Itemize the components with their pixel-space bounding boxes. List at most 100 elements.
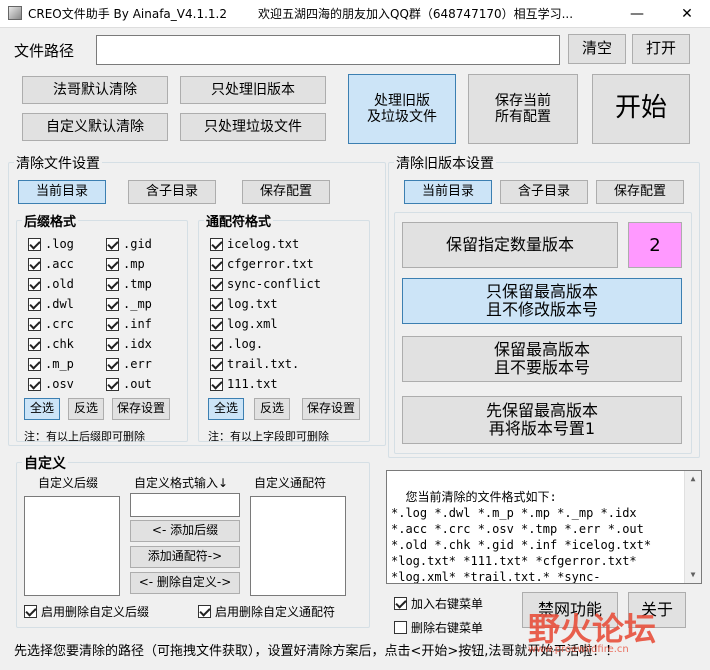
close-button[interactable]: ✕ — [664, 0, 710, 28]
scroll-up-icon[interactable]: ▲ — [685, 471, 701, 487]
checkbox-label: .out — [123, 377, 152, 391]
checkbox-clear_settings.suffix_col1[interactable]: .osv — [28, 377, 74, 391]
open-path-button[interactable]: 打开 — [632, 34, 690, 64]
checkbox-clear_settings.suffix_col2[interactable]: ._mp — [106, 297, 152, 311]
checkbox-label: .acc — [45, 257, 74, 271]
checkbox-clear_settings.suffix_col2[interactable]: .tmp — [106, 277, 152, 291]
checkbox-label: .err — [123, 357, 152, 371]
checkbox-clear_settings.wild_items[interactable]: log.txt — [210, 297, 278, 311]
delete-custom-button[interactable]: <- 删除自定义-> — [130, 572, 240, 594]
wildcard-select-all-button[interactable]: 全选 — [208, 398, 244, 420]
checkbox-clear_settings.suffix_col1[interactable]: .chk — [28, 337, 74, 351]
checkbox-icon — [210, 257, 223, 271]
suffix-select-all-button[interactable]: 全选 — [24, 398, 60, 420]
custom-default-clear-button[interactable]: 自定义默认清除 — [22, 113, 168, 141]
checkbox-clear_settings.suffix_col2[interactable]: .out — [106, 377, 152, 391]
checkbox-icon — [210, 297, 223, 311]
old-version-only-button[interactable]: 只处理旧版本 — [180, 76, 326, 104]
scroll-down-icon[interactable]: ▼ — [685, 567, 701, 583]
checkbox-clear_settings.suffix_col2[interactable]: .idx — [106, 337, 152, 351]
checkbox-clear_settings.suffix_col1[interactable]: .m_p — [28, 357, 74, 371]
suffix-note: 注：有以上后缀即可删除 — [24, 430, 145, 443]
checkbox-icon — [106, 377, 119, 391]
suffix-title: 后缀格式 — [22, 211, 79, 230]
checkbox-clear_settings.wild_items[interactable]: icelog.txt — [210, 237, 299, 251]
checkbox-icon — [210, 377, 223, 391]
path-input[interactable] — [96, 35, 560, 65]
suffix-invert-button[interactable]: 反选 — [68, 398, 104, 420]
version-count-value[interactable]: 2 — [628, 222, 682, 268]
start-button[interactable]: 开始 — [592, 74, 690, 144]
custom-format-input[interactable] — [130, 493, 240, 517]
old-save-config-button[interactable]: 保存配置 — [596, 180, 684, 204]
keep-count-button[interactable]: 保留指定数量版本 — [402, 222, 618, 268]
checkbox-label: .osv — [45, 377, 74, 391]
checkbox-clear_settings.suffix_col2[interactable]: .err — [106, 357, 152, 371]
checkbox-label: .tmp — [123, 277, 152, 291]
remove-context-menu-checkbox[interactable]: 删除右键菜单 — [394, 619, 483, 636]
custom-wildcard-label: 自定义通配符 — [254, 476, 327, 490]
clear-save-config-button[interactable]: 保存配置 — [242, 180, 330, 204]
enable-custom-suffix-checkbox[interactable]: 启用删除自定义后缀 — [24, 603, 149, 620]
checkbox-clear_settings.suffix_col1[interactable]: .dwl — [28, 297, 74, 311]
wildcard-invert-button[interactable]: 反选 — [254, 398, 290, 420]
clear-current-dir-button[interactable]: 当前目录 — [18, 180, 106, 204]
checkbox-label: cfgerror.txt — [227, 257, 314, 271]
checkbox-label: .log. — [227, 337, 264, 351]
checkbox-label: .mp — [123, 257, 145, 271]
checkbox-icon — [394, 597, 407, 610]
wildcard-note: 注：有以上字段即可删除 — [208, 430, 329, 443]
checkbox-clear_settings.suffix_col2[interactable]: .gid — [106, 237, 152, 251]
suffix-save-button[interactable]: 保存设置 — [112, 398, 170, 420]
custom-suffix-list[interactable] — [24, 496, 120, 596]
window-title: CREO文件助手 By Ainafa_V4.1.1.2 — [28, 7, 227, 21]
wildcard-save-button[interactable]: 保存设置 — [302, 398, 360, 420]
junk-only-button[interactable]: 只处理垃圾文件 — [180, 113, 326, 141]
checkbox-icon — [28, 277, 41, 291]
checkbox-clear_settings.suffix_col1[interactable]: .acc — [28, 257, 74, 271]
enable-custom-wildcard-checkbox[interactable]: 启用删除自定义通配符 — [198, 603, 335, 620]
summary-scrollbar[interactable]: ▲ ▼ — [684, 471, 701, 583]
checkbox-clear_settings.wild_items[interactable]: 111.txt — [210, 377, 278, 391]
checkbox-clear_settings.suffix_col2[interactable]: .inf — [106, 317, 152, 331]
old-version-title: 清除旧版本设置 — [394, 153, 496, 173]
add-suffix-button[interactable]: <- 添加后缀 — [130, 520, 240, 542]
checkbox-label: .log — [45, 237, 74, 251]
faye-default-clear-button[interactable]: 法哥默认清除 — [22, 76, 168, 104]
checkbox-clear_settings.wild_items[interactable]: .log. — [210, 337, 263, 351]
checkbox-clear_settings.suffix_col2[interactable]: .mp — [106, 257, 145, 271]
checkbox-label: ._mp — [123, 297, 152, 311]
minimize-button[interactable]: — — [614, 0, 660, 28]
wildcard-title: 通配符格式 — [204, 211, 274, 230]
checkbox-label: log.xml — [227, 317, 278, 331]
checkbox-clear_settings.wild_items[interactable]: log.xml — [210, 317, 278, 331]
old-current-dir-button[interactable]: 当前目录 — [404, 180, 492, 204]
window-title-extra: 欢迎五湖四海的朋友加入QQ群（648747170）相互学习... — [258, 7, 574, 21]
checkbox-icon — [28, 357, 41, 371]
add-wildcard-button[interactable]: 添加通配符-> — [130, 546, 240, 568]
checkbox-clear_settings.suffix_col1[interactable]: .log — [28, 237, 74, 251]
save-all-config-button[interactable]: 保存当前 所有配置 — [468, 74, 578, 144]
checkbox-clear_settings.suffix_col1[interactable]: .crc — [28, 317, 74, 331]
checkbox-label: .old — [45, 277, 74, 291]
checkbox-icon — [28, 297, 41, 311]
checkbox-clear_settings.suffix_col1[interactable]: .old — [28, 277, 74, 291]
checkbox-label: 111.txt — [227, 377, 278, 391]
clear-path-button[interactable]: 清空 — [568, 34, 626, 64]
keep-highest-reset-button[interactable]: 先保留最高版本 再将版本号置1 — [402, 396, 682, 444]
checkbox-label: sync-conflict — [227, 277, 321, 291]
checkbox-icon — [106, 317, 119, 331]
clear-sub-dir-button[interactable]: 含子目录 — [128, 180, 216, 204]
format-summary-textarea[interactable]: 您当前清除的文件格式如下: *.log *.dwl *.m_p *.mp *._… — [386, 470, 702, 584]
old-and-junk-button[interactable]: 处理旧版 及垃圾文件 — [348, 74, 456, 144]
checkbox-clear_settings.wild_items[interactable]: cfgerror.txt — [210, 257, 314, 271]
checkbox-clear_settings.wild_items[interactable]: sync-conflict — [210, 277, 321, 291]
checkbox-icon — [210, 337, 223, 351]
add-context-menu-checkbox[interactable]: 加入右键菜单 — [394, 595, 483, 612]
custom-wildcard-list[interactable] — [250, 496, 346, 596]
keep-highest-no-change-button[interactable]: 只保留最高版本 且不修改版本号 — [402, 278, 682, 324]
old-sub-dir-button[interactable]: 含子目录 — [500, 180, 588, 204]
checkbox-icon — [106, 257, 119, 271]
keep-highest-no-version-button[interactable]: 保留最高版本 且不要版本号 — [402, 336, 682, 382]
checkbox-clear_settings.wild_items[interactable]: trail.txt. — [210, 357, 299, 371]
